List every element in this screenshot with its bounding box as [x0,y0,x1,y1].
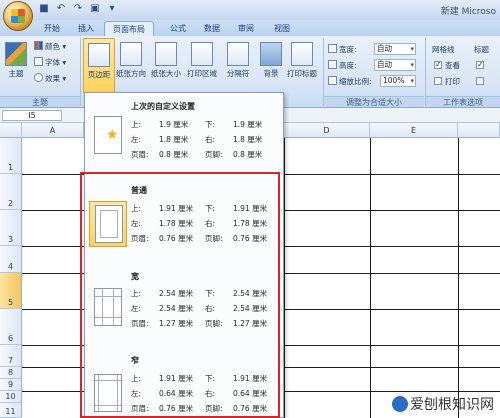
star-icon: ★ [106,127,119,143]
checkbox-icon [434,59,442,70]
tab-review[interactable]: 审阅 [230,21,262,36]
ribbon-tabs: 开始 插入 页面布局 公式 数据 审阅 视图 [0,20,500,36]
row-header-9[interactable]: 9 [0,379,22,391]
width-select[interactable]: 自动 [374,43,416,55]
checkbox-icon [476,59,484,70]
height-icon [328,60,337,69]
column-header-f[interactable] [458,123,500,138]
print-titles-icon [291,42,313,66]
tab-insert[interactable]: 插入 [70,21,102,36]
office-button[interactable] [3,1,33,31]
height-label: 高度: [328,60,357,71]
margin-option-last-custom[interactable]: ★ 上次的自定义设置 上: 1.9 厘米 下: 1.9 厘米 左: 1.8 厘米… [85,99,283,163]
page-thumbnail-icon: ★ [89,113,127,159]
theme-colors-button[interactable]: 颜色 ▾ [34,41,66,52]
group-label-scale: 调整为合适大小 [324,96,424,107]
print-area-icon [191,42,213,66]
background-button[interactable]: 背景 [255,38,287,94]
row-header-10[interactable]: 10 [0,391,22,403]
print-area-button[interactable]: 打印区域 [186,38,218,94]
color-palette-icon [34,41,43,50]
paper-size-icon [155,42,177,66]
row-header-11[interactable]: 11 [0,403,22,418]
select-all-corner[interactable] [0,123,22,138]
row-header-8[interactable]: 8 [0,367,22,379]
group-label-theme: 主题 [0,96,80,107]
column-header-a[interactable]: A [22,123,84,138]
orientation-button[interactable]: 纸张方向 [115,38,147,94]
row-header-4[interactable]: 4 [0,246,22,273]
scale-icon [328,76,337,85]
theme-effects-button[interactable]: 效果 ▾ [34,73,66,84]
column-header-e[interactable]: E [370,123,458,138]
tab-view[interactable]: 视图 [266,21,298,36]
checkbox-icon [476,77,484,85]
watermark-logo-icon [392,396,408,412]
tab-page-layout[interactable]: 页面布局 [104,21,154,36]
font-icon [34,57,43,66]
watermark: 爱刨根知识网 [392,394,494,414]
breaks-button[interactable]: 分隔符 [222,38,254,94]
row-header-1[interactable]: 1 [0,138,22,174]
breaks-icon [227,42,249,66]
row-header-7[interactable]: 7 [0,345,22,367]
row-header-2[interactable]: 2 [0,174,22,210]
margins-button[interactable]: 页边距 [83,38,115,94]
print-titles-button[interactable]: 打印标题 [284,38,320,94]
name-box[interactable]: I5 [2,110,62,121]
tab-data[interactable]: 数据 [196,21,228,36]
width-label: 宽度: [328,44,357,55]
window-title: 新建 Microso [440,7,496,17]
width-icon [328,44,337,53]
gridlines-view-checkbox[interactable]: 查看 [434,59,460,71]
checkbox-icon [434,77,442,85]
customize-qat-icon[interactable]: ▾ [106,3,118,15]
gridlines-label: 网格线 [432,45,455,54]
quick-access-toolbar: ■ ↶ ↷ ▣ ▾ [38,3,118,15]
office-logo-icon [11,9,25,23]
title-bar: ■ ↶ ↷ ▣ ▾ 新建 Microso [0,0,500,20]
tab-home[interactable]: 开始 [36,21,68,36]
undo-icon[interactable]: ↶ [55,3,67,15]
column-header-d[interactable]: D [284,123,370,138]
tab-formulas[interactable]: 公式 [162,21,194,36]
row-header-5[interactable]: 5 [0,273,22,309]
group-label-sheet-options: 工作表选项 [426,96,500,107]
headings-view-checkbox[interactable] [476,59,487,71]
themes-button[interactable]: 主题 [2,38,30,94]
height-select[interactable]: 自动 [374,59,416,71]
scale-label: 缩放比例: [328,76,372,87]
highlight-box [80,172,280,418]
orientation-icon [120,42,142,66]
print-preview-icon[interactable]: ▣ [89,3,101,15]
theme-fonts-button[interactable]: 字体 ▾ [34,57,66,68]
headings-print-checkbox[interactable] [476,76,487,87]
background-image-icon [260,42,282,66]
scale-spinner[interactable]: 100% [380,75,416,87]
size-button[interactable]: 纸张大小 [150,38,182,94]
headings-label: 标题 [474,45,489,54]
themes-icon [5,42,27,66]
effects-icon [34,73,43,82]
row-header-6[interactable]: 6 [0,309,22,345]
redo-icon[interactable]: ↷ [72,3,84,15]
gridlines-print-checkbox[interactable]: 打印 [434,76,460,87]
margins-icon [88,43,110,67]
save-icon[interactable]: ■ [38,3,50,15]
row-header-3[interactable]: 3 [0,210,22,246]
